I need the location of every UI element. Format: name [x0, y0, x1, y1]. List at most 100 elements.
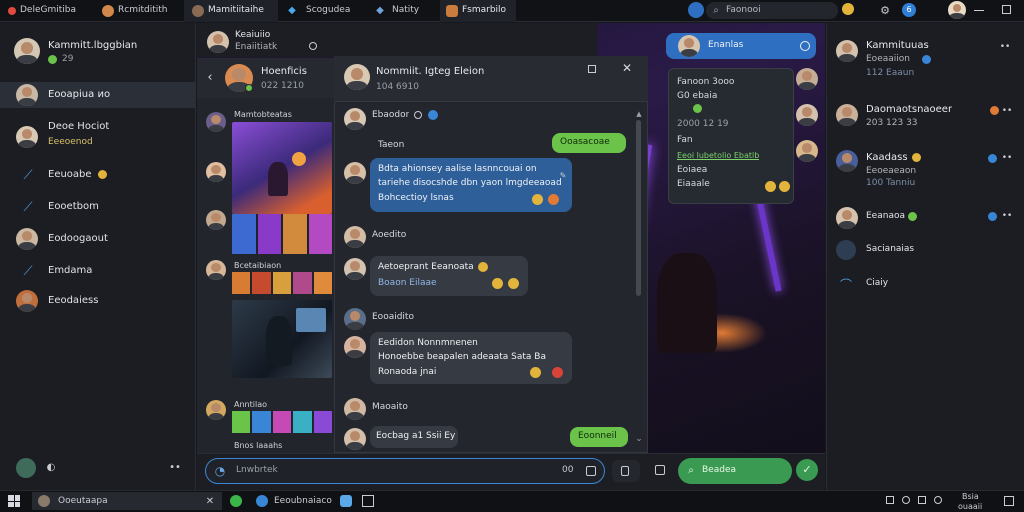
sidebar-item-label: Eooetbom [48, 201, 99, 212]
message-line: Ronaoda jnai [378, 367, 437, 377]
message-bubble-incoming[interactable]: Eocbag a1 Ssii Ey [370, 426, 458, 448]
item-tile[interactable] [232, 411, 251, 433]
emoji-icon[interactable]: ◔ [212, 463, 228, 479]
callout-line: 2000 12 19 [677, 119, 729, 129]
item-tile[interactable] [308, 214, 332, 254]
item-tile[interactable] [283, 214, 307, 254]
item-tile[interactable] [313, 272, 332, 294]
tab-5[interactable]: ◆ Natity [372, 2, 432, 20]
send-field[interactable]: ⌕ Beadea [678, 458, 792, 484]
tab-1[interactable]: DeleGmitiba [4, 2, 90, 20]
minimize-button[interactable] [974, 10, 984, 11]
item-tile[interactable] [232, 214, 256, 254]
info-icon[interactable] [800, 41, 810, 51]
scrollbar[interactable] [636, 120, 641, 296]
sidebar-item[interactable]: ⟋ Emdama [0, 260, 196, 282]
channel-icon: ⟋ [23, 263, 33, 279]
contact-item[interactable]: Sacianaias [826, 238, 1024, 262]
emoji-icon [98, 170, 107, 179]
pen-icon[interactable]: ✎ [558, 170, 568, 180]
contact-item[interactable]: Kaadass Eeoeaeaon 100 Tanniu •• [826, 146, 1024, 192]
item-row [232, 411, 332, 433]
item-tile[interactable] [257, 214, 281, 254]
gamer-photo[interactable] [232, 300, 332, 378]
avatar[interactable] [207, 31, 229, 53]
volume-icon[interactable] [902, 496, 910, 504]
sidebar-item[interactable]: Eodoogaout [0, 226, 196, 252]
message-bubble-outgoing[interactable]: Ooasacoae [552, 133, 626, 153]
more-icon[interactable]: •• [1000, 104, 1014, 118]
sidebar-item[interactable]: ⟋ Eeuoabe [0, 164, 196, 186]
more-icon[interactable]: •• [998, 40, 1012, 54]
language-icon[interactable] [934, 496, 942, 504]
sidebar-item-active[interactable]: Eooapiua ио [0, 82, 196, 108]
message-line: Eedidon Nonnmnenen [378, 338, 478, 348]
user-avatar[interactable] [948, 1, 966, 19]
message-bubble-incoming[interactable]: Eedidon Nonnmnenen Honoebbe beapalen ade… [370, 332, 572, 384]
taskbar-app[interactable]: Eeoubnaiaco [252, 492, 332, 510]
message-input[interactable]: ◔ Lnwbrtek 00 [205, 458, 605, 484]
maximize-button[interactable] [1002, 5, 1011, 14]
profile-avatar[interactable] [14, 38, 40, 64]
item-tile[interactable] [293, 411, 312, 433]
send-button[interactable]: ✓ [796, 459, 818, 481]
tab-2[interactable]: Rcmitditith [100, 2, 180, 20]
item-tile[interactable] [272, 411, 292, 433]
search-field[interactable]: ⌕ Faonooi [706, 2, 838, 19]
item-tile[interactable] [313, 411, 332, 433]
more-icon[interactable]: •• [1000, 151, 1014, 165]
account-avatar[interactable] [16, 458, 36, 478]
info-icon[interactable] [309, 42, 317, 50]
message-bubble-outgoing[interactable]: Eoonneil [570, 427, 628, 447]
attach-button[interactable] [612, 460, 640, 482]
item-tile[interactable] [252, 272, 271, 294]
game-screenshot[interactable] [232, 122, 332, 214]
app-icon [8, 7, 16, 15]
callout-line: Fanoon 3ooo [677, 77, 735, 87]
taskbar-search[interactable]: Ooeutaapa ✕ [32, 492, 222, 510]
taskbar-app-icon[interactable] [340, 495, 352, 507]
back-icon[interactable]: ‹ [203, 68, 217, 86]
message-bubble-incoming[interactable]: Bdta ahionsey aalise lasnncouai on tarie… [370, 158, 572, 212]
sticker-icon[interactable] [586, 466, 596, 476]
sidebar-item[interactable]: Eeodaiess [0, 288, 196, 314]
contact-item[interactable]: ⌒ Ciaiy [826, 272, 1024, 296]
tab-3[interactable]: Mamitiitaihe [184, 0, 278, 22]
close-icon[interactable]: ✕ [620, 60, 634, 76]
avatar [796, 104, 818, 126]
item-tile[interactable] [252, 411, 271, 433]
sidebar-item[interactable]: ⟋ Eooetbom [0, 196, 196, 218]
notifications-icon[interactable] [1004, 496, 1014, 506]
more-icon[interactable]: •• [168, 460, 182, 474]
more-icon[interactable]: •• [1000, 209, 1014, 223]
taskbar-app-whatsapp[interactable] [230, 495, 242, 507]
scroll-up-icon[interactable]: ▲ [634, 110, 644, 118]
scroll-down-icon[interactable]: ⌄ [634, 434, 644, 444]
taskbar-app-icon[interactable] [362, 495, 374, 507]
app-icon: ◆ [288, 4, 296, 16]
emoji-icon[interactable] [842, 3, 854, 15]
contact-item[interactable]: Daomaotsnaoeer 203 123 33 •• [826, 100, 1024, 134]
battery-icon[interactable] [918, 496, 926, 504]
sidebar-item-label: Emdama [48, 265, 93, 276]
avatar[interactable] [344, 64, 370, 90]
notification-badge[interactable]: 6 [902, 3, 916, 17]
sidebar-item[interactable]: Deoe Hociot Eeeoenod [0, 118, 196, 154]
message-author: Aoedito [372, 230, 407, 240]
settings-icon[interactable]: ⚙ [878, 3, 892, 17]
item-tile[interactable] [272, 272, 292, 294]
network-icon[interactable] [886, 496, 894, 504]
maximize-icon[interactable] [588, 65, 596, 73]
contact-item[interactable]: Eeanaoa •• [826, 206, 1024, 230]
start-button[interactable] [8, 495, 20, 507]
tab-4[interactable]: ◆ Scogudea [282, 2, 364, 20]
app-icon: ◆ [376, 4, 384, 16]
close-icon[interactable]: ✕ [204, 494, 216, 508]
item-tile[interactable] [293, 272, 312, 294]
gif-icon[interactable] [655, 465, 665, 475]
contact-item[interactable]: Kammituuas Eoeaaiion 112 Eaaun •• [826, 36, 1024, 84]
callout-header[interactable]: Enanlas [666, 33, 816, 59]
tab-6[interactable]: Fsmarbilo [440, 0, 516, 22]
message-bubble-incoming[interactable]: Aetoeprant Eeanoata Boaon Eilaae [370, 256, 528, 296]
item-tile[interactable] [232, 272, 251, 294]
